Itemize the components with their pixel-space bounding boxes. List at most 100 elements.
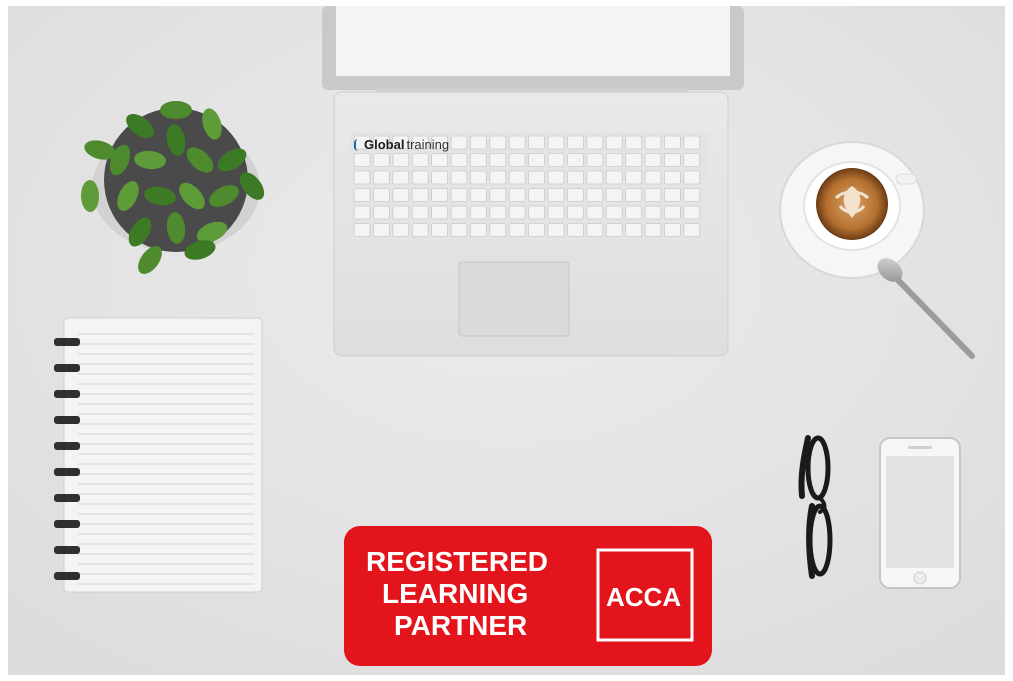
keyboard-key — [547, 135, 565, 150]
keyboard-key — [353, 188, 371, 202]
keyboard-key — [644, 223, 662, 237]
keyboard-key — [586, 205, 604, 220]
badge-line-2: LEARNING — [382, 578, 529, 609]
laptop-trackpad — [458, 261, 570, 337]
spiral-ring — [54, 338, 80, 346]
keyboard-key — [664, 170, 681, 185]
laptop — [322, 6, 744, 357]
keyboard-key — [567, 170, 584, 185]
keyboard-key — [683, 188, 701, 202]
keyboard-key — [469, 188, 487, 202]
keyboard-key — [528, 223, 545, 237]
keyboard-key — [567, 188, 584, 202]
keyboard-key — [625, 170, 642, 185]
keyboard-key — [625, 188, 642, 202]
keyboard-key — [567, 223, 584, 237]
keyboard-key — [431, 170, 449, 185]
keyboard-key — [353, 153, 371, 167]
keyboard-key — [353, 205, 371, 220]
badge-logo-text: ACCA — [606, 582, 682, 612]
keyboard-key — [489, 135, 507, 150]
keyboard-key — [528, 153, 545, 167]
keyboard-key — [489, 170, 507, 185]
badge-line-3: PARTNER — [394, 610, 528, 641]
keyboard-key — [450, 135, 468, 150]
spiral-notebook — [54, 317, 263, 593]
keyboard-key — [469, 135, 487, 150]
spiral-ring — [54, 520, 80, 528]
keyboard-key — [469, 223, 487, 237]
keyboard-key — [664, 205, 681, 220]
keyboard-key — [586, 170, 604, 185]
spiral-ring — [54, 442, 80, 450]
keyboard-key — [683, 135, 701, 150]
keyboard-key — [508, 205, 526, 220]
keyboard-key — [372, 223, 390, 237]
keyboard-key — [411, 188, 429, 202]
keyboard-key — [644, 170, 662, 185]
keyboard-key — [664, 223, 681, 237]
keyboard-key — [411, 153, 429, 167]
keyboard-key — [625, 135, 642, 150]
keyboard-key — [664, 188, 681, 202]
keyboard-key — [586, 223, 604, 237]
smartphone — [879, 437, 961, 589]
keyboard-key — [605, 170, 623, 185]
keyboard-key — [392, 170, 410, 185]
keyboard-key — [372, 188, 390, 202]
keyboard-key — [431, 205, 449, 220]
keyboard-key — [547, 188, 565, 202]
keyboard-key — [528, 135, 545, 150]
spiral-ring — [54, 364, 80, 372]
keyboard-key — [469, 205, 487, 220]
keyboard-key — [644, 205, 662, 220]
keyboard-key — [683, 223, 701, 237]
keyboard-key — [664, 135, 681, 150]
keyboard-key — [431, 153, 449, 167]
keyboard-key — [508, 188, 526, 202]
badge-line-1: REGISTERED — [366, 546, 549, 577]
keyboard-key — [508, 135, 526, 150]
keyboard-key — [450, 205, 468, 220]
coffee-cup-latte-art — [779, 141, 925, 279]
keyboard-key — [489, 223, 507, 237]
keyboard-key — [605, 223, 623, 237]
keyboard-key — [508, 223, 526, 237]
keyboard-key — [411, 170, 429, 185]
keyboard-key — [489, 153, 507, 167]
keyboard-key — [411, 205, 429, 220]
keyboard-key — [431, 223, 449, 237]
keyboard-key — [411, 223, 429, 237]
keyboard-key — [625, 223, 642, 237]
keyboard-key — [469, 153, 487, 167]
keyboard-key — [605, 188, 623, 202]
keyboard-key — [392, 205, 410, 220]
spiral-ring — [54, 546, 80, 554]
keyboard-key — [586, 188, 604, 202]
keyboard-key — [489, 205, 507, 220]
keyboard-key — [547, 153, 565, 167]
keyboard-key — [644, 135, 662, 150]
keyboard-key — [586, 153, 604, 167]
keyboard-key — [353, 223, 371, 237]
keyboard-key — [625, 205, 642, 220]
keyboard-key — [567, 205, 584, 220]
keyboard-key — [605, 135, 623, 150]
leaf — [160, 101, 192, 119]
keyboard-key — [605, 153, 623, 167]
keyboard-key — [567, 135, 584, 150]
keyboard-key — [528, 205, 545, 220]
spiral-ring — [54, 572, 80, 580]
spiral-ring — [54, 468, 80, 476]
keyboard-key — [567, 153, 584, 167]
keyboard-key — [372, 153, 390, 167]
global-training-logo: Global training — [354, 137, 449, 152]
keyboard-key — [450, 153, 468, 167]
keyboard-key — [625, 153, 642, 167]
keyboard-key — [547, 170, 565, 185]
keyboard-key — [508, 170, 526, 185]
spiral-ring — [54, 494, 80, 502]
keyboard-key — [392, 223, 410, 237]
keyboard-key — [372, 205, 390, 220]
spiral-ring — [54, 390, 80, 398]
